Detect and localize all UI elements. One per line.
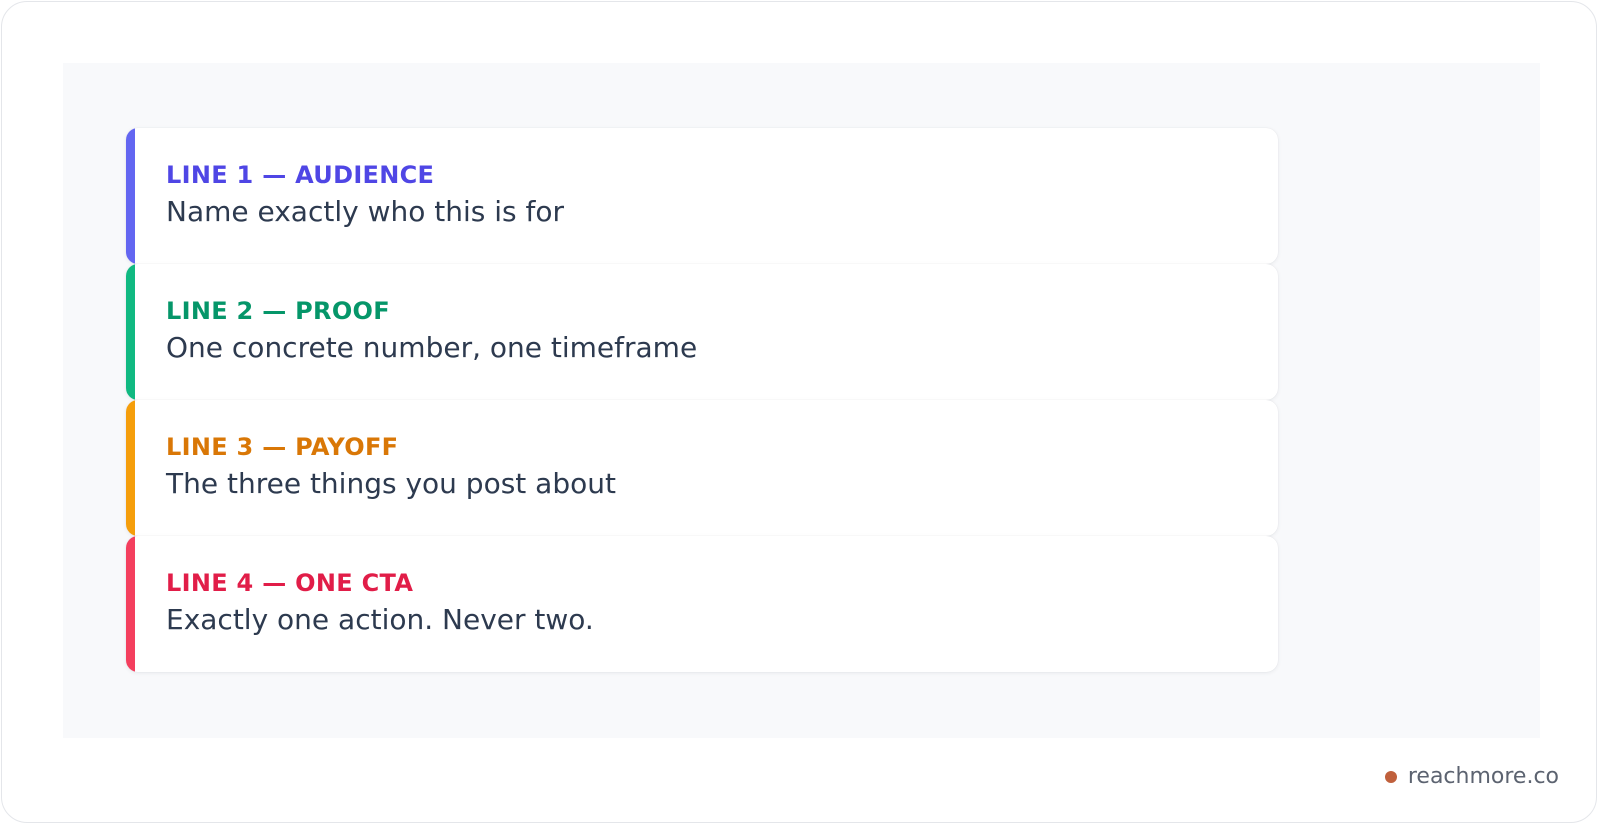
accent-bar (126, 400, 135, 536)
card-label: LINE 2 — PROOF (166, 297, 390, 325)
card-line-3: LINE 3 — PAYOFF The three things you pos… (126, 400, 1278, 536)
accent-bar (126, 536, 135, 672)
card-description: Name exactly who this is for (166, 195, 565, 228)
slide-frame: LINE 1 — AUDIENCE Name exactly who this … (1, 1, 1597, 823)
brand-dot-icon (1384, 770, 1397, 783)
card-description: The three things you post about (166, 467, 616, 500)
card-label: LINE 1 — AUDIENCE (166, 161, 435, 189)
card-label: LINE 4 — ONE CTA (166, 569, 414, 597)
brand-name: reachmore.co (1407, 764, 1559, 789)
content-panel: LINE 1 — AUDIENCE Name exactly who this … (63, 63, 1540, 738)
card-description: Exactly one action. Never two. (166, 603, 594, 636)
card-stack: LINE 1 — AUDIENCE Name exactly who this … (126, 128, 1278, 672)
accent-bar (126, 128, 135, 264)
card-line-4: LINE 4 — ONE CTA Exactly one action. Nev… (126, 536, 1278, 672)
card-label: LINE 3 — PAYOFF (166, 433, 399, 461)
brand-footer: reachmore.co (1384, 764, 1559, 789)
accent-bar (126, 264, 135, 400)
card-line-2: LINE 2 — PROOF One concrete number, one … (126, 264, 1278, 400)
card-description: One concrete number, one timeframe (166, 331, 698, 364)
card-line-1: LINE 1 — AUDIENCE Name exactly who this … (126, 128, 1278, 264)
